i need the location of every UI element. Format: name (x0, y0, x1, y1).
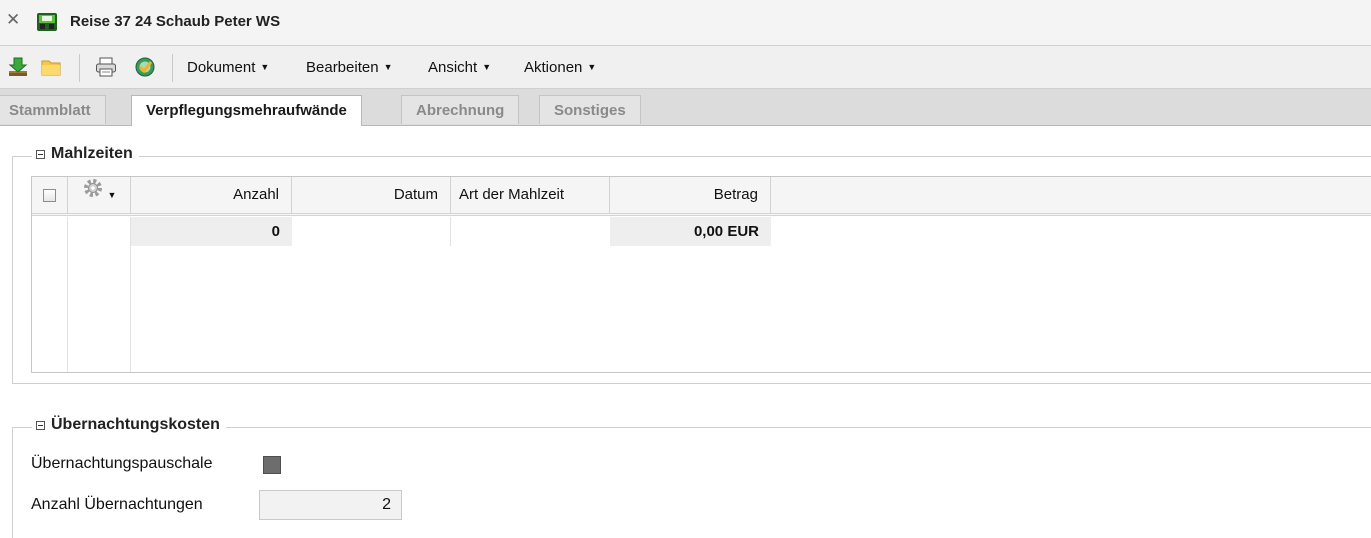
chevron-down-icon: ▼ (383, 62, 393, 72)
menu-label: Ansicht (428, 59, 478, 76)
pauschale-label: Übernachtungspauschale (31, 455, 213, 472)
meals-legend[interactable]: Mahlzeiten (32, 145, 139, 163)
gear-icon[interactable] (82, 177, 104, 213)
tab-abrechnung[interactable]: Abrechnung (401, 95, 520, 124)
toolbar: Dokument ▼ Bearbeiten ▼ Ansicht ▼ Aktionen ▼ (0, 46, 1371, 89)
pauschale-checkbox[interactable] (263, 456, 281, 474)
meals-legend-label: Mahlzeiten (51, 145, 133, 162)
overnight-count-field[interactable]: 2 (259, 490, 402, 520)
summary-anzahl: 0 (131, 217, 292, 246)
chevron-down-icon: ▼ (260, 62, 270, 72)
column-header-art[interactable]: Art der Mahlzeit (451, 177, 610, 213)
menu-label: Aktionen (524, 59, 583, 76)
grid-header: ▼ Anzahl Datum Art der Mahlzeit Betrag (32, 177, 1371, 216)
column-header-anzahl[interactable]: Anzahl (131, 177, 292, 213)
collapse-icon[interactable] (36, 420, 45, 430)
overnight-fieldset (12, 427, 1371, 538)
menu-label: Dokument (187, 59, 256, 76)
menu-ansicht[interactable]: Ansicht ▼ (428, 59, 491, 76)
menu-label: Bearbeiten (306, 59, 379, 76)
select-all-checkbox[interactable] (43, 188, 56, 202)
tab-sonstiges[interactable]: Sonstiges (539, 95, 641, 124)
column-header-betrag[interactable]: Betrag (610, 177, 771, 213)
column-divider (67, 217, 68, 372)
chevron-down-icon: ▼ (587, 62, 597, 72)
column-header-datum[interactable]: Datum (292, 177, 451, 213)
toolbar-separator (172, 54, 173, 82)
print-icon[interactable] (95, 56, 117, 78)
overnight-legend[interactable]: Übernachtungskosten (32, 416, 226, 434)
window-title: Reise 37 24 Schaub Peter WS (70, 13, 281, 30)
menu-dokument[interactable]: Dokument ▼ (187, 59, 269, 76)
window-titlebar: ✕ Reise 37 24 Schaub Peter WS (0, 0, 1371, 46)
meals-grid: ▼ Anzahl Datum Art der Mahlzeit Betrag 0… (31, 176, 1371, 373)
overnight-legend-label: Übernachtungskosten (51, 416, 220, 433)
travel-document-icon (36, 12, 58, 32)
summary-art (451, 217, 610, 246)
column-settings[interactable]: ▼ (68, 177, 131, 213)
folder-icon[interactable] (40, 56, 62, 78)
chevron-down-icon: ▼ (482, 62, 492, 72)
summary-betrag: 0,00 EUR (610, 217, 771, 246)
toolbar-separator (79, 54, 80, 82)
check-globe-icon[interactable] (134, 56, 156, 78)
tab-stammblatt[interactable]: Stammblatt (0, 95, 106, 124)
tab-verpflegungsmehraufwaende[interactable]: Verpflegungsmehraufwände (131, 95, 362, 126)
menu-bearbeiten[interactable]: Bearbeiten ▼ (306, 59, 392, 76)
download-icon[interactable] (7, 56, 29, 78)
menu-aktionen[interactable]: Aktionen ▼ (524, 59, 596, 76)
summary-datum (292, 217, 451, 246)
chevron-down-icon[interactable]: ▼ (108, 190, 117, 200)
close-icon[interactable]: ✕ (6, 11, 22, 28)
tab-bar: Stammblatt Verpflegungsmehraufwände Abre… (0, 89, 1371, 126)
count-label: Anzahl Übernachtungen (31, 496, 203, 513)
select-all-cell (32, 177, 68, 213)
collapse-icon[interactable] (36, 149, 45, 159)
